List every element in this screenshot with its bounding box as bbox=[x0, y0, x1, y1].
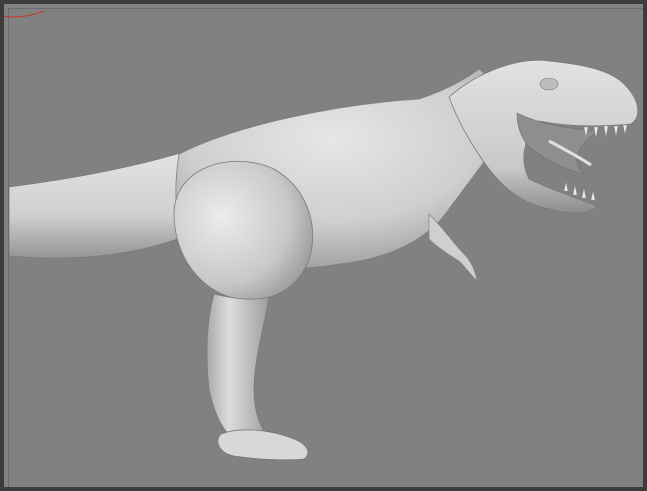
dinosaur-model-icon[interactable] bbox=[9, 9, 647, 491]
3d-viewport[interactable] bbox=[0, 0, 647, 491]
viewport-canvas[interactable] bbox=[4, 8, 647, 491]
foot bbox=[217, 429, 309, 461]
lower-leg bbox=[206, 293, 272, 450]
arm bbox=[428, 213, 478, 282]
eye bbox=[539, 77, 559, 91]
